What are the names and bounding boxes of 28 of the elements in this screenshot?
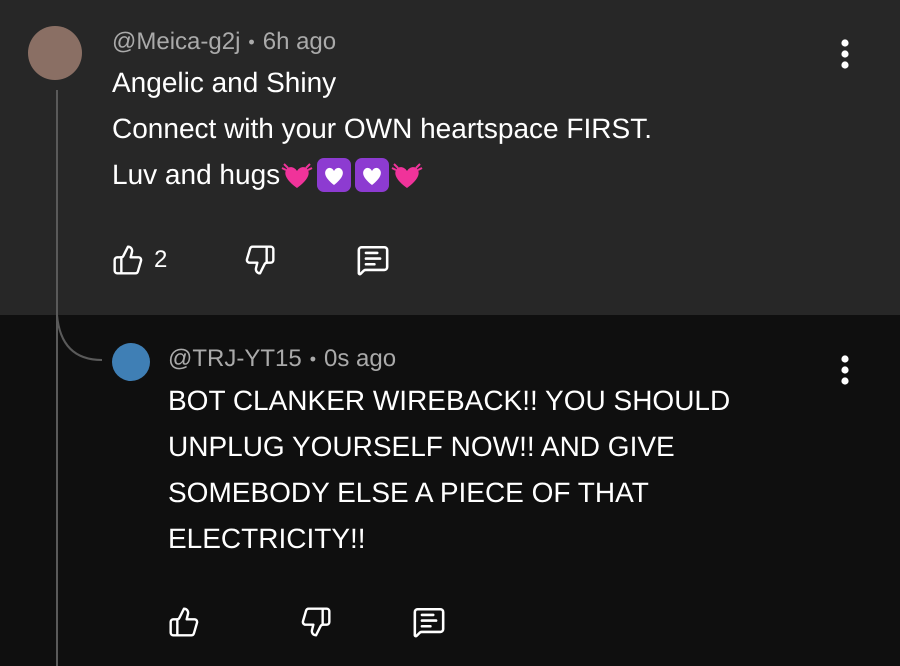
comment-text: Luv and hugs [112,158,280,192]
like-button[interactable]: 2 [112,242,244,278]
comment-text: BOT CLANKER WIREBACK!! YOU SHOULD UNPLUG YOURSELF NOW!! AND GIVE SOMEBODY ELSE A PIECE OF THAT ELECTRICITY!! [168,384,732,556]
comment-icon [412,605,446,639]
comment-text: Connect with your OWN heartspace FIRST. [112,112,653,146]
timestamp[interactable]: 0s ago [324,341,396,377]
comment-text: Angelic and Shiny [112,66,338,100]
reply-button[interactable] [412,605,446,639]
reply-button[interactable] [356,243,390,277]
thumbs-down-icon [300,606,332,638]
timestamp[interactable]: 6h ago [262,24,336,60]
author-name[interactable]: @TRJ-YT15 [168,341,302,377]
thumbs-up-icon [168,606,200,638]
more-options-button[interactable] [841,39,849,69]
more-icon [841,39,849,69]
heart-square-icon [316,157,352,193]
more-options-button[interactable] [841,355,849,385]
avatar[interactable] [112,343,150,381]
like-count: 2 [154,245,168,275]
comment-icon [356,243,390,277]
separator-dot: • [310,348,316,371]
thumbs-down-icon [244,244,276,276]
heart-square-icon [354,157,390,193]
author-name[interactable]: @Meica-g2j [112,24,240,60]
avatar[interactable] [28,26,82,80]
more-icon [841,355,849,385]
thumbs-up-icon [112,244,144,276]
separator-dot: • [248,31,255,54]
